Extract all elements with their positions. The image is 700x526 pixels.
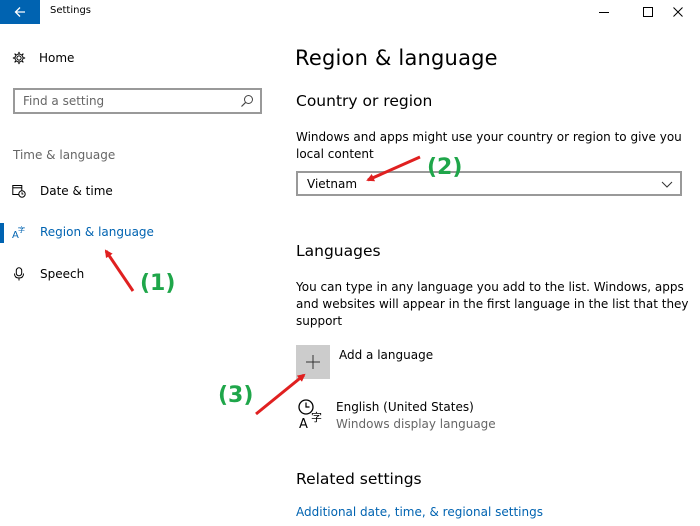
sidebar-item-label: Region & language <box>40 225 154 239</box>
window-title: Settings <box>50 5 92 16</box>
plus-icon <box>306 355 320 369</box>
search-box[interactable] <box>13 88 262 114</box>
language-item-name[interactable]: English (United States) <box>336 400 474 414</box>
languages-heading: Languages <box>296 242 381 260</box>
selection-indicator <box>0 223 4 243</box>
section-label: Time & language <box>13 148 116 162</box>
languages-description: You can type in any language you add to … <box>296 280 689 328</box>
language-icon: A 字 <box>298 399 322 430</box>
annotation-label-3: (3) <box>218 383 254 408</box>
svg-text:字: 字 <box>311 410 322 424</box>
close-button[interactable] <box>656 0 700 24</box>
country-value: Vietnam <box>307 177 358 191</box>
sidebar-item-speech[interactable]: Speech <box>0 259 270 289</box>
maximize-icon <box>643 7 653 17</box>
language-item-subtitle: Windows display language <box>336 417 496 431</box>
back-button[interactable] <box>0 0 40 24</box>
sidebar-item-label: Date & time <box>40 184 113 198</box>
sidebar-item-label: Speech <box>40 267 85 281</box>
add-language-button[interactable] <box>296 345 330 379</box>
minimize-button[interactable] <box>582 0 626 24</box>
sidebar-item-date-time[interactable]: Date & time <box>0 176 270 206</box>
svg-text:字: 字 <box>18 225 25 234</box>
search-icon[interactable] <box>240 94 254 108</box>
chevron-down-icon <box>661 181 673 188</box>
svg-text:A: A <box>299 417 308 430</box>
calendar-clock-icon <box>12 185 26 198</box>
page-title: Region & language <box>295 46 498 70</box>
close-icon <box>673 7 683 17</box>
country-heading: Country or region <box>296 92 433 110</box>
main-content: Region & language Country or region Wind… <box>280 24 700 526</box>
minimize-icon <box>599 12 609 13</box>
country-dropdown[interactable]: Vietnam <box>296 171 682 196</box>
annotation-label-1: (1) <box>140 271 176 296</box>
annotation-label-2: (2) <box>427 155 463 180</box>
back-arrow-icon <box>14 7 25 17</box>
home-label: Home <box>39 51 75 65</box>
microphone-icon <box>14 267 24 281</box>
sidebar-item-region-language[interactable]: A 字 Region & language <box>0 217 270 247</box>
language-icon: A 字 <box>12 225 25 239</box>
additional-settings-link[interactable]: Additional date, time, & regional settin… <box>296 505 543 519</box>
country-description: Windows and apps might use your country … <box>296 130 682 161</box>
title-bar: Settings <box>0 0 700 24</box>
search-input[interactable] <box>15 90 225 112</box>
sidebar-item-home[interactable]: Home <box>12 51 74 65</box>
related-settings-heading: Related settings <box>296 470 422 488</box>
add-language-label[interactable]: Add a language <box>339 348 433 362</box>
gear-icon <box>12 51 26 65</box>
